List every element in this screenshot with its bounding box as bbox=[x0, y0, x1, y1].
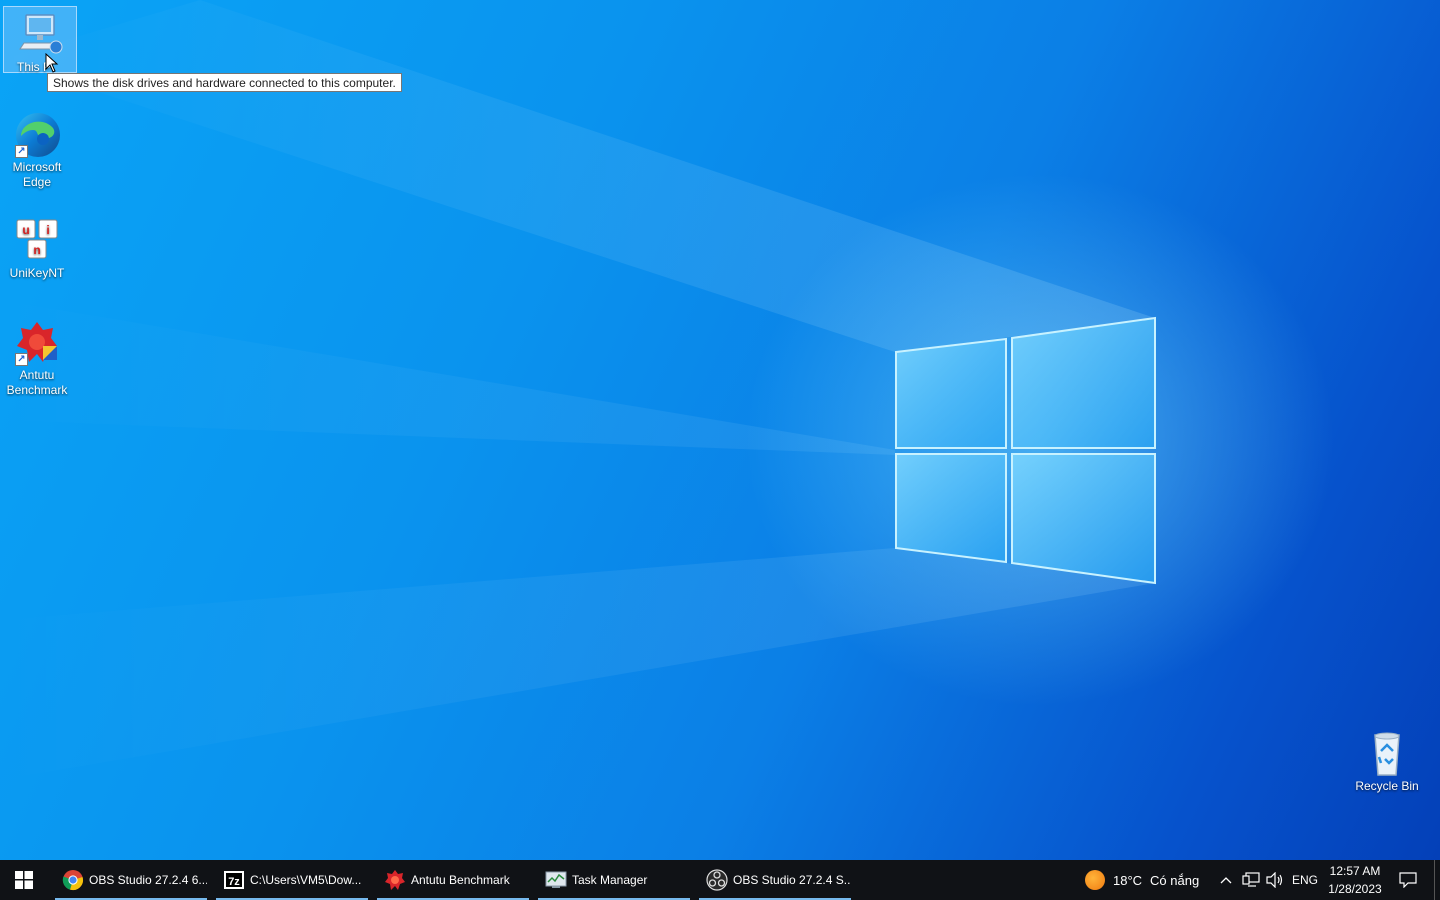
svg-text:n: n bbox=[33, 243, 40, 257]
taskbar-button-label: Task Manager bbox=[572, 873, 648, 887]
taskbar-button-task-manager[interactable]: Task Manager bbox=[538, 860, 690, 900]
show-desktop-button[interactable] bbox=[1434, 860, 1440, 900]
taskbar-button-antutu[interactable]: Antutu Benchmark bbox=[377, 860, 529, 900]
desktop-icon-label: Antutu Benchmark bbox=[6, 368, 68, 397]
desktop-icon-antutu-benchmark[interactable]: ↗ Antutu Benchmark bbox=[0, 316, 74, 398]
taskbar-button-chrome-obs[interactable]: OBS Studio 27.2.4 6... bbox=[55, 860, 207, 900]
edge-icon: ↗ bbox=[13, 110, 61, 158]
notification-icon bbox=[1399, 872, 1417, 888]
antutu-icon: ↗ bbox=[13, 318, 61, 366]
input-language-button[interactable]: ENG bbox=[1289, 860, 1321, 900]
desktop-icon-recycle-bin[interactable]: Recycle Bin bbox=[1350, 727, 1424, 794]
taskbar-button-label: OBS Studio 27.2.4 6... bbox=[89, 873, 207, 887]
computer-icon bbox=[16, 11, 64, 59]
chrome-icon bbox=[61, 868, 85, 892]
speaker-icon bbox=[1266, 872, 1283, 888]
tooltip: Shows the disk drives and hardware conne… bbox=[47, 73, 402, 92]
taskbar: OBS Studio 27.2.4 6... 7z C:\Users\VM5\D… bbox=[0, 860, 1440, 900]
desktop-icon-label: UniKeyNT bbox=[9, 266, 65, 280]
7zip-icon: 7z bbox=[222, 868, 246, 892]
clock-time: 12:57 AM bbox=[1329, 864, 1381, 878]
clock[interactable]: 12:57 AM 1/28/2023 bbox=[1322, 862, 1388, 898]
taskbar-button-label: C:\Users\VM5\Dow... bbox=[250, 873, 362, 887]
desktop-icon-label: Recycle Bin bbox=[1355, 779, 1419, 793]
start-button[interactable] bbox=[0, 860, 48, 900]
chevron-up-icon bbox=[1220, 877, 1232, 884]
clock-date: 1/28/2023 bbox=[1328, 882, 1382, 896]
weather-condition: Có nắng bbox=[1150, 872, 1200, 888]
desktop-icon-this-pc[interactable]: This P bbox=[3, 6, 77, 74]
shortcut-arrow-icon: ↗ bbox=[15, 145, 28, 158]
taskbar-button-label: OBS Studio 27.2.4 S... bbox=[733, 873, 851, 887]
svg-text:7z: 7z bbox=[228, 876, 240, 888]
network-button[interactable] bbox=[1240, 860, 1262, 900]
antutu-icon bbox=[383, 868, 407, 892]
windows-logo-icon bbox=[15, 871, 33, 889]
svg-text:u: u bbox=[22, 223, 29, 237]
desktop-wallpaper[interactable] bbox=[0, 0, 1440, 860]
shortcut-arrow-icon: ↗ bbox=[15, 353, 28, 366]
action-center-button[interactable] bbox=[1394, 860, 1422, 900]
unikey-icon: u i n bbox=[13, 216, 61, 264]
weather-widget[interactable]: 18°C Có nắng bbox=[1080, 860, 1210, 900]
show-hidden-icons-button[interactable] bbox=[1216, 860, 1236, 900]
recycle-bin-icon bbox=[1363, 729, 1411, 777]
sun-icon bbox=[1085, 870, 1105, 890]
windows-logo-wallpaper-art bbox=[0, 0, 1156, 780]
svg-text:i: i bbox=[46, 223, 49, 237]
mouse-cursor-icon bbox=[45, 53, 59, 73]
taskbar-button-obs-studio[interactable]: OBS Studio 27.2.4 S... bbox=[699, 860, 851, 900]
network-icon bbox=[1242, 872, 1260, 887]
obs-icon bbox=[705, 868, 729, 892]
volume-button[interactable] bbox=[1264, 860, 1286, 900]
task-manager-icon bbox=[544, 868, 568, 892]
desktop-icon-label: Microsoft Edge bbox=[12, 160, 62, 189]
desktop-icon-microsoft-edge[interactable]: ↗ Microsoft Edge bbox=[0, 108, 74, 190]
desktop-icon-unikeynt[interactable]: u i n UniKeyNT bbox=[0, 214, 74, 281]
weather-temp: 18°C bbox=[1113, 872, 1143, 888]
taskbar-button-7zip[interactable]: 7z C:\Users\VM5\Dow... bbox=[216, 860, 368, 900]
taskbar-button-label: Antutu Benchmark bbox=[411, 873, 510, 887]
